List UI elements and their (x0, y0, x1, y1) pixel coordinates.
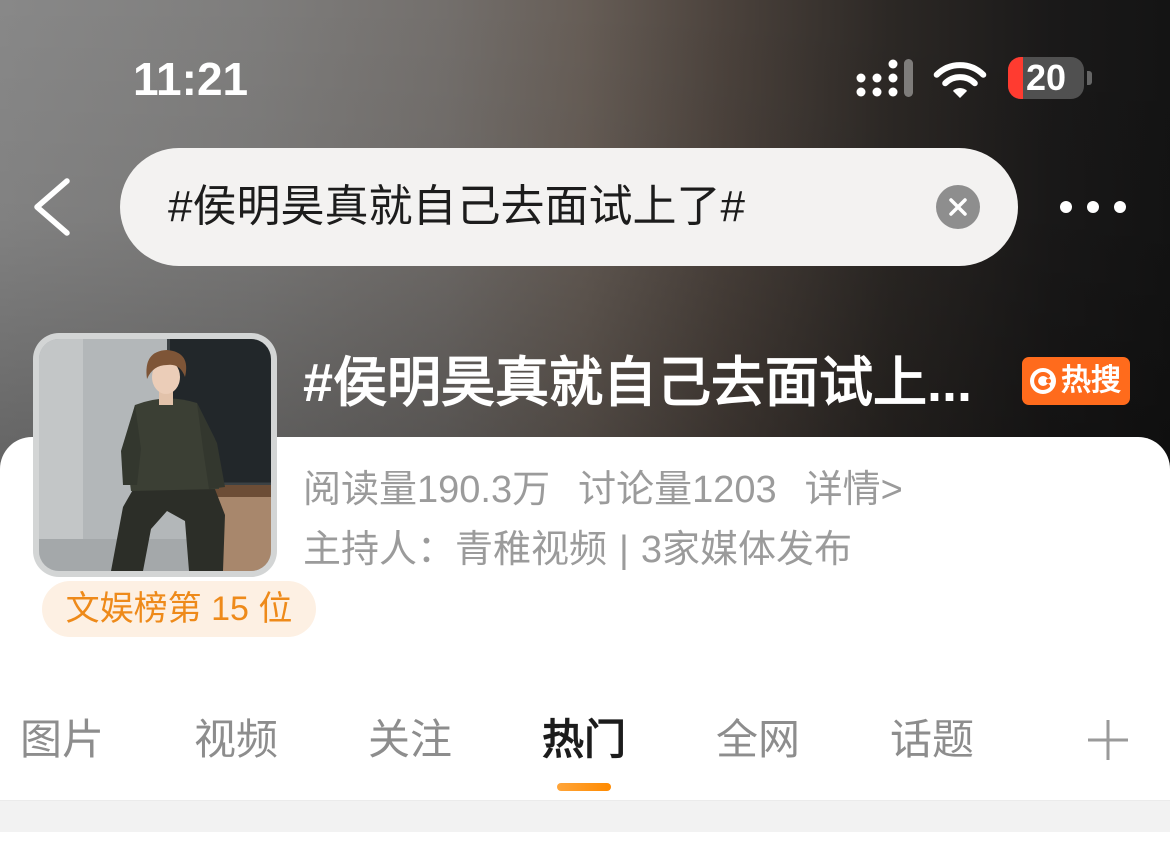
signal-dot (856, 73, 866, 83)
more-dots-icon[interactable] (1058, 197, 1130, 217)
signal-dot (872, 87, 882, 97)
details-link[interactable]: 详情> (805, 469, 903, 511)
topic-stats: 阅读量190.3万 讨论量1203 详情> (303, 465, 1143, 515)
battery-body: 20 (1008, 57, 1084, 99)
hot-search-label: 热搜 (1061, 364, 1121, 397)
tab-topics[interactable]: 话题 (890, 709, 977, 771)
topic-title: #侯明昊真就自己去面试上... (303, 353, 973, 413)
hot-search-icon (1030, 368, 1056, 394)
more-dot (1114, 201, 1126, 213)
hot-icon-dot (1046, 378, 1051, 384)
cover-wall-light (39, 339, 83, 571)
signal-dot (888, 59, 898, 69)
more-dot (1060, 201, 1072, 213)
signal-dot (888, 73, 898, 83)
signal-dot (888, 87, 898, 97)
search-box[interactable]: #侯明昊真就自己去面试上了# (120, 148, 1018, 266)
signal-dot (856, 87, 866, 97)
battery-nub (1087, 71, 1092, 85)
tab-videos[interactable]: 视频 (194, 709, 281, 771)
hot-search-badge[interactable]: 热搜 (1022, 357, 1130, 405)
wifi-arc-middle (942, 74, 978, 87)
clear-circle-icon[interactable] (936, 185, 980, 229)
battery-icon: 20 (1008, 57, 1092, 99)
more-dot (1087, 201, 1099, 213)
tab-hot[interactable]: 热门 (542, 709, 629, 771)
section-divider (0, 800, 1170, 832)
wifi-arc-outer (933, 62, 987, 78)
battery-level-text: 20 (1025, 57, 1067, 98)
host-label: 主持人： (303, 529, 456, 571)
topic-cover-image[interactable] (33, 333, 277, 577)
read-count: 阅读量190.3万 (303, 469, 551, 511)
tab-pictures[interactable]: 图片 (20, 709, 107, 771)
back-chevron-icon[interactable] (30, 176, 76, 238)
wifi-icon (933, 62, 987, 98)
tab-following[interactable]: 关注 (368, 709, 455, 771)
host-name[interactable]: 青稚视频 (455, 529, 607, 571)
cover-photo (39, 339, 271, 571)
rank-badge[interactable]: 文娱榜第 15 位 (42, 581, 316, 637)
signal-bar-dim (904, 59, 913, 97)
chevron-stroke (34, 178, 70, 236)
status-time: 11:21 (133, 53, 249, 105)
topic-host-line: 主持人：青稚视频 | 3家媒体发布 (303, 525, 1143, 575)
signal-icon (856, 59, 913, 97)
host-separator: | (619, 529, 629, 571)
signal-dot (872, 73, 882, 83)
wifi-core (952, 87, 968, 98)
search-query[interactable]: #侯明昊真就自己去面试上了# (168, 148, 918, 266)
tab-bar: 图片 视频 关注 热门 全网 话题 (20, 709, 1064, 771)
tab-all-web[interactable]: 全网 (716, 709, 803, 771)
discussion-count: 讨论量1203 (578, 469, 777, 511)
hot-icon-disc (1030, 368, 1056, 394)
media-count[interactable]: 3家媒体发布 (641, 529, 852, 571)
plus-icon[interactable] (1086, 718, 1130, 762)
active-tab-indicator (557, 783, 611, 791)
